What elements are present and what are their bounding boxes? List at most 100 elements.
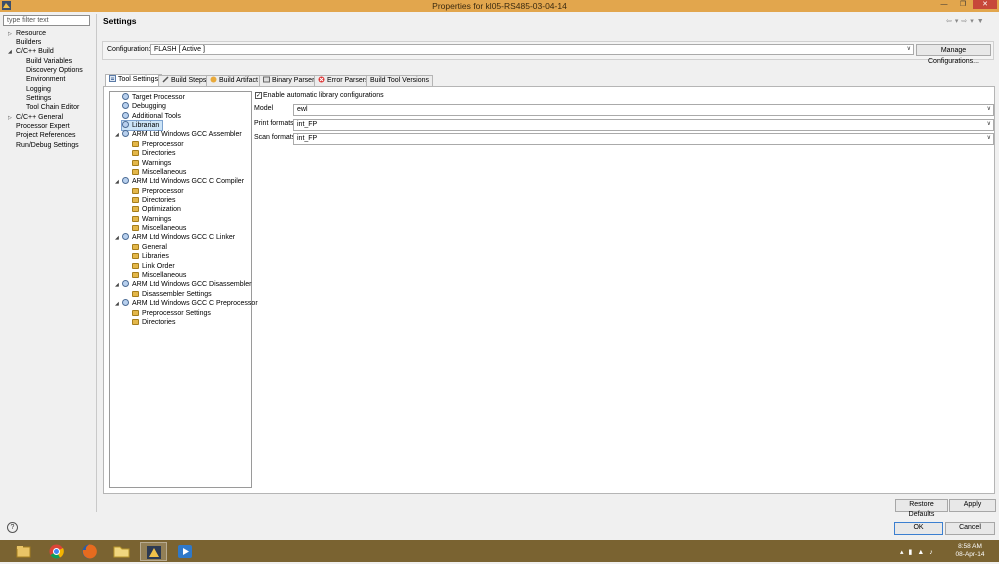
- tree-item-pp-directories[interactable]: Directories: [132, 318, 175, 327]
- restore-defaults-button[interactable]: Restore Defaults: [895, 499, 948, 518]
- scan-formats-select[interactable]: int_FP ∨: [293, 133, 994, 145]
- tree-item-additional-tools[interactable]: Additional Tools: [122, 112, 181, 121]
- cancel-button[interactable]: Cancel: [945, 522, 995, 535]
- print-formats-select[interactable]: int_FP ∨: [293, 119, 994, 131]
- ok-button[interactable]: OK: [894, 522, 943, 535]
- file-explorer-icon[interactable]: [10, 542, 37, 561]
- tree-item-ld-link-order[interactable]: Link Order: [132, 262, 175, 271]
- settings-icon: [122, 121, 129, 128]
- tree-item-cc-optimization[interactable]: Optimization: [132, 205, 181, 214]
- configuration-select[interactable]: FLASH [ Active ] ∨: [150, 44, 914, 55]
- nav-item-cgeneral[interactable]: C/C++ General: [16, 113, 63, 122]
- tree-item-asm-warnings[interactable]: Warnings: [132, 159, 171, 168]
- tree-item-asm-preprocessor[interactable]: Preprocessor: [132, 140, 184, 149]
- codewarrior-icon[interactable]: [140, 542, 167, 561]
- tree-item-ld-misc[interactable]: Miscellaneous: [132, 271, 186, 280]
- tree-item-c-linker[interactable]: ARM Ltd Windows GCC C Linker: [122, 233, 235, 242]
- apply-button[interactable]: Apply: [949, 499, 996, 512]
- tool-settings-icon: [109, 75, 116, 82]
- scan-formats-label: Scan formats: [254, 134, 296, 141]
- configuration-value: FLASH [ Active ]: [154, 46, 205, 53]
- media-player-icon[interactable]: [172, 542, 199, 561]
- manage-configurations-button[interactable]: Manage Configurations...: [916, 44, 991, 65]
- model-select[interactable]: ewl ∨: [293, 104, 994, 116]
- chevron-down-icon: ∨: [986, 106, 991, 112]
- collapse-icon[interactable]: ◢: [115, 282, 119, 288]
- tree-item-debugging[interactable]: Debugging: [122, 102, 166, 111]
- tree-item-asm-misc[interactable]: Miscellaneous: [132, 168, 186, 177]
- enable-auto-lib-label: Enable automatic library configurations: [263, 92, 384, 99]
- tool-icon: [122, 233, 129, 240]
- nav-item-run-debug[interactable]: Run/Debug Settings: [16, 141, 79, 150]
- collapse-icon[interactable]: ◢: [115, 235, 119, 241]
- chrome-icon[interactable]: [43, 542, 70, 561]
- tree-item-disassembler[interactable]: ARM Ltd Windows GCC Disassembler: [122, 280, 251, 289]
- minimize-icon[interactable]: —: [936, 0, 952, 9]
- settings-icon: [122, 102, 129, 109]
- nav-item-builders[interactable]: Builders: [16, 38, 41, 47]
- collapse-icon[interactable]: ◢: [115, 179, 119, 185]
- configuration-label: Configuration:: [107, 46, 151, 53]
- nav-item-discovery-options[interactable]: Discovery Options: [26, 66, 83, 75]
- folder-icon: [132, 244, 139, 250]
- collapse-icon[interactable]: ◢: [115, 301, 119, 307]
- enable-auto-lib-checkbox[interactable]: ✓: [255, 92, 262, 99]
- folder-icon: [132, 216, 139, 222]
- tree-item-asm-directories[interactable]: Directories: [132, 149, 175, 158]
- filter-input[interactable]: type filter text: [3, 15, 90, 26]
- clock-date: 08-Apr-14: [955, 551, 985, 558]
- close-icon[interactable]: ✕: [973, 0, 997, 9]
- tree-item-cc-warnings[interactable]: Warnings: [132, 215, 171, 224]
- folder-icon: [132, 272, 139, 278]
- tool-icon: [122, 299, 129, 306]
- folder-icon: [132, 225, 139, 231]
- binary-parsers-icon: [263, 76, 270, 83]
- collapse-icon[interactable]: ◢: [115, 132, 119, 138]
- folder-icon: [132, 197, 139, 203]
- settings-icon: [122, 112, 129, 119]
- firefox-icon[interactable]: [76, 542, 103, 561]
- nav-item-build-variables[interactable]: Build Variables: [26, 57, 72, 66]
- folder-icon[interactable]: [108, 542, 135, 561]
- nav-item-resource[interactable]: Resource: [16, 29, 46, 38]
- tree-item-ld-libraries[interactable]: Libraries: [132, 252, 169, 261]
- pane-divider[interactable]: [96, 14, 97, 512]
- clock-time: 8:58 AM: [958, 543, 982, 550]
- folder-icon: [132, 263, 139, 269]
- nav-item-processor-expert[interactable]: Processor Expert: [16, 122, 70, 131]
- collapse-icon[interactable]: ◢: [8, 49, 12, 55]
- nav-item-settings[interactable]: Settings: [26, 94, 51, 103]
- nav-item-logging[interactable]: Logging: [26, 85, 51, 94]
- tree-item-pp-settings[interactable]: Preprocessor Settings: [132, 309, 211, 318]
- tree-item-cc-preprocessor[interactable]: Preprocessor: [132, 187, 184, 196]
- help-icon[interactable]: ?: [7, 522, 18, 533]
- tree-item-ld-general[interactable]: General: [132, 243, 167, 252]
- system-tray-icons[interactable]: ▴▮▲♪: [900, 548, 938, 556]
- model-value: ewl: [297, 106, 308, 113]
- tree-item-c-compiler[interactable]: ARM Ltd Windows GCC C Compiler: [122, 177, 244, 186]
- taskbar-clock[interactable]: 8:58 AM 08-Apr-14: [950, 543, 990, 559]
- build-steps-icon: [162, 76, 169, 83]
- expand-icon[interactable]: ▷: [8, 31, 12, 37]
- tree-item-cc-directories[interactable]: Directories: [132, 196, 175, 205]
- scan-formats-value: int_FP: [297, 135, 318, 142]
- folder-icon: [132, 253, 139, 259]
- folder-icon: [132, 206, 139, 212]
- tree-item-librarian[interactable]: Librarian: [120, 120, 164, 131]
- nav-item-tool-chain-editor[interactable]: Tool Chain Editor: [26, 103, 79, 112]
- tree-item-dis-settings[interactable]: Disassembler Settings: [132, 290, 212, 299]
- tree-item-assembler[interactable]: ARM Ltd Windows GCC Assembler: [122, 130, 242, 139]
- tool-icon: [122, 280, 129, 287]
- nav-item-environment[interactable]: Environment: [26, 75, 65, 84]
- nav-item-project-references[interactable]: Project References: [16, 131, 76, 140]
- tool-icon: [122, 177, 129, 184]
- tree-item-target-processor[interactable]: Target Processor: [122, 93, 185, 102]
- title-bar: Properties for kl05-RS485-03-04-14 — ❐ ✕: [0, 0, 999, 12]
- nav-item-cbuild[interactable]: C/C++ Build: [16, 47, 54, 56]
- maximize-icon[interactable]: ❐: [954, 0, 972, 9]
- tree-item-c-preprocessor[interactable]: ARM Ltd Windows GCC C Preprocessor: [122, 299, 258, 308]
- expand-icon[interactable]: ▷: [8, 115, 12, 121]
- tree-item-cc-misc[interactable]: Miscellaneous: [132, 224, 186, 233]
- chevron-down-icon: ∨: [986, 135, 991, 141]
- navigation-arrows-icon[interactable]: ⇦▾⇨▾▼: [946, 17, 987, 25]
